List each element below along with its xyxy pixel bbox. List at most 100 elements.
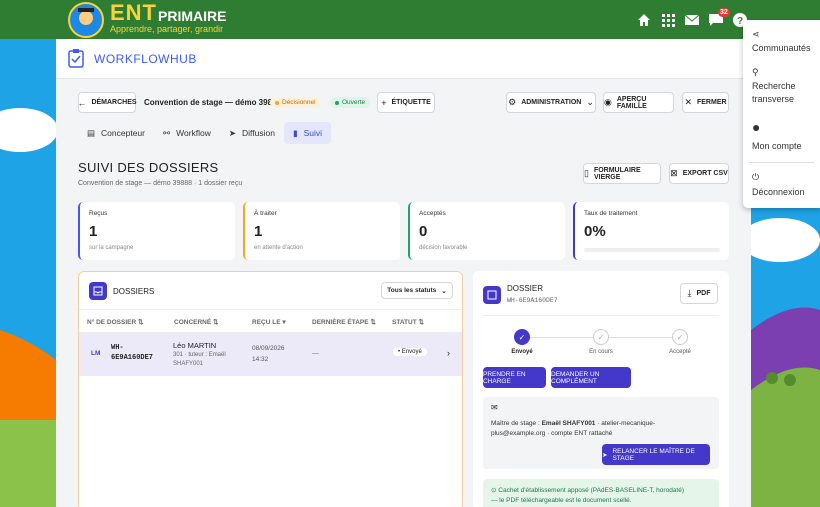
workflowhub-app: WORKFLOWHUB ← Démarches Convention de sta… (56, 39, 751, 507)
column-header[interactable]: DERNIÈRE ÉTAPE ⇅ (312, 318, 376, 326)
stat-sub: sur la campagne (89, 245, 134, 251)
stat-label: Acceptés (419, 210, 446, 217)
step-label: Accepté (669, 349, 691, 355)
table-header: N° DE DOSSIER ⇅ CONCERNÉ ⇅ REÇU LE ▾ DER… (79, 309, 462, 333)
tab-label: Diffusion (242, 128, 275, 138)
close-label: Fermer (696, 99, 727, 106)
mail-icon[interactable] (684, 12, 700, 28)
gear-icon: ⚙ (508, 97, 517, 107)
contact-text: Maître de stage : Emaël SHAFY001 · ateli… (491, 420, 656, 437)
home-icon[interactable] (636, 12, 652, 28)
file-icon: ▯ (584, 168, 589, 178)
detail-title: DOSSIER (507, 284, 544, 293)
step-label: En cours (589, 349, 613, 355)
tab-diffusion[interactable]: ➤ Diffusion (220, 122, 284, 144)
document-title: Convention de stage — démo 39888 (144, 98, 281, 107)
stat-value: 0% (584, 223, 606, 240)
inbox-icon (89, 282, 107, 300)
clipboard-icon (68, 49, 84, 68)
student-meta: SHAFY001 (173, 361, 204, 367)
badge-open: Ouverte (330, 97, 371, 108)
badge-decision: Décisionnel (270, 97, 321, 108)
stat-card-rate: Taux de traitement 0% (573, 202, 729, 260)
step-label: Envoyé (511, 349, 533, 355)
tab-bar: ▤ Concepteur ⚯ Workflow ➤ Diffusion ▮ Suivi (78, 122, 332, 144)
menu-item-recherche[interactable]: Recherche transverse (752, 80, 816, 106)
logo-primaire-text: PRIMAIRE (158, 8, 227, 24)
detail-id: WH-6E9A160DE7 (507, 297, 558, 304)
share-icon: ⋖ (752, 29, 760, 39)
dossier-id-part1: WH- (111, 344, 124, 352)
divider (483, 315, 719, 316)
column-header[interactable]: REÇU LE ▾ (252, 318, 286, 326)
eye-icon: ◉ (604, 97, 612, 107)
progress-track (584, 248, 720, 252)
table-row[interactable]: LM WH- 6E9A160DE7 Léo MARTIN 301 · tuteu… (79, 333, 462, 376)
close-icon: ✕ (684, 97, 692, 107)
avatar: LM (91, 350, 101, 357)
dossier-id-part2: 6E9A160DE7 (111, 354, 154, 362)
menu-item-deconnexion[interactable]: Déconnexion (752, 186, 805, 199)
preview-label: Aperçu famille (616, 95, 647, 110)
preview-family-button[interactable]: ◉ Aperçu famille (603, 92, 674, 113)
notification-badge: 32 (718, 8, 730, 17)
label-button[interactable]: + Étiquette (377, 92, 435, 113)
logo-ent-text: ENT (110, 0, 157, 25)
page-title: SUIVI DES DOSSIERS (78, 160, 219, 175)
back-label: Démarches (91, 99, 137, 106)
tab-label: Workflow (176, 128, 211, 138)
chevron-down-icon: ⌄ (586, 97, 594, 107)
step-accepted: ✓ (672, 329, 688, 345)
status-filter-select[interactable]: Tous les statuts ⌄ (381, 282, 453, 299)
close-button[interactable]: ✕ Fermer (682, 92, 729, 113)
chevron-right-icon: › (447, 348, 450, 358)
seal-notice: ⊙ Cachet d'établissement apposé (PAdES-B… (483, 479, 719, 507)
stat-label: Reçus (89, 210, 108, 217)
remind-tutor-button[interactable]: ➤ Relancer le maître de stage (602, 444, 710, 465)
column-header[interactable]: CONCERNÉ ⇅ (174, 318, 218, 326)
portal-topbar: ENT PRIMAIRE Apprendre, partager, grandi… (0, 0, 820, 39)
user-icon: ● (752, 119, 761, 135)
chart-icon: ▮ (292, 127, 298, 138)
step-sent: ✓ (514, 329, 530, 345)
column-header[interactable]: STATUT ⇅ (392, 318, 424, 326)
student-meta: 301 · tuteur : Emaël (173, 352, 226, 358)
apps-grid-icon[interactable] (660, 12, 676, 28)
request-complement-button[interactable]: Demander un complément (551, 367, 631, 388)
check-circle-icon: ⊙ (491, 487, 497, 494)
tab-concepteur[interactable]: ▤ Concepteur (78, 122, 154, 144)
divider (749, 162, 814, 163)
stat-label: Taux de traitement (584, 210, 638, 217)
user-menu: ⋖ Communautés ⚲ Recherche transverse ● M… (743, 20, 820, 208)
pdf-download-button[interactable]: ⤓ PDF (680, 283, 718, 304)
power-icon: ⏻ (752, 172, 760, 182)
stat-card-received: Reçus 1 sur la campagne (78, 202, 235, 260)
column-header[interactable]: N° DE DOSSIER ⇅ (87, 318, 143, 326)
badge-open-label: Ouverte (342, 99, 366, 106)
tab-workflow[interactable]: ⚯ Workflow (154, 122, 220, 144)
student-name: Léo MARTIN (173, 341, 217, 350)
ent-logo[interactable]: ENT PRIMAIRE Apprendre, partager, grandi… (66, 0, 236, 39)
blank-form-button[interactable]: ▯ Formulaire vierge (583, 163, 661, 184)
dossier-detail-panel: DOSSIER WH-6E9A160DE7 ⤓ PDF ✓ ✓ ✓ Envoyé … (473, 271, 729, 507)
back-button[interactable]: ← Démarches (77, 92, 137, 113)
send-icon: ➤ (602, 451, 608, 459)
mascot-icon (68, 2, 104, 38)
contact-box: ✉ Maître de stage : Emaël SHAFY001 · ate… (483, 397, 719, 469)
blank-form-label: Formulaire vierge (593, 166, 641, 181)
stat-label: À traiter (254, 210, 277, 217)
take-charge-button[interactable]: Prendre en charge (483, 367, 546, 388)
tab-suivi[interactable]: ▮ Suivi (283, 122, 332, 144)
menu-item-communautes[interactable]: Communautés (752, 42, 811, 55)
administration-dropdown[interactable]: ⚙ Administration ⌄ (506, 92, 596, 113)
remind-label: Relancer le maître de stage (612, 447, 695, 462)
badge-decision-label: Décisionnel (282, 99, 316, 106)
step-in-progress: ✓ (593, 329, 609, 345)
menu-item-compte[interactable]: Mon compte (752, 140, 802, 153)
plus-icon: + (381, 97, 387, 108)
arrow-left-icon: ← (77, 97, 87, 108)
app-name: WORKFLOWHUB (94, 52, 197, 66)
export-csv-button[interactable]: ⊠ Export CSV (669, 163, 729, 184)
messages-icon[interactable]: 32 (708, 8, 730, 28)
stat-sub: décision favorable (419, 245, 468, 251)
